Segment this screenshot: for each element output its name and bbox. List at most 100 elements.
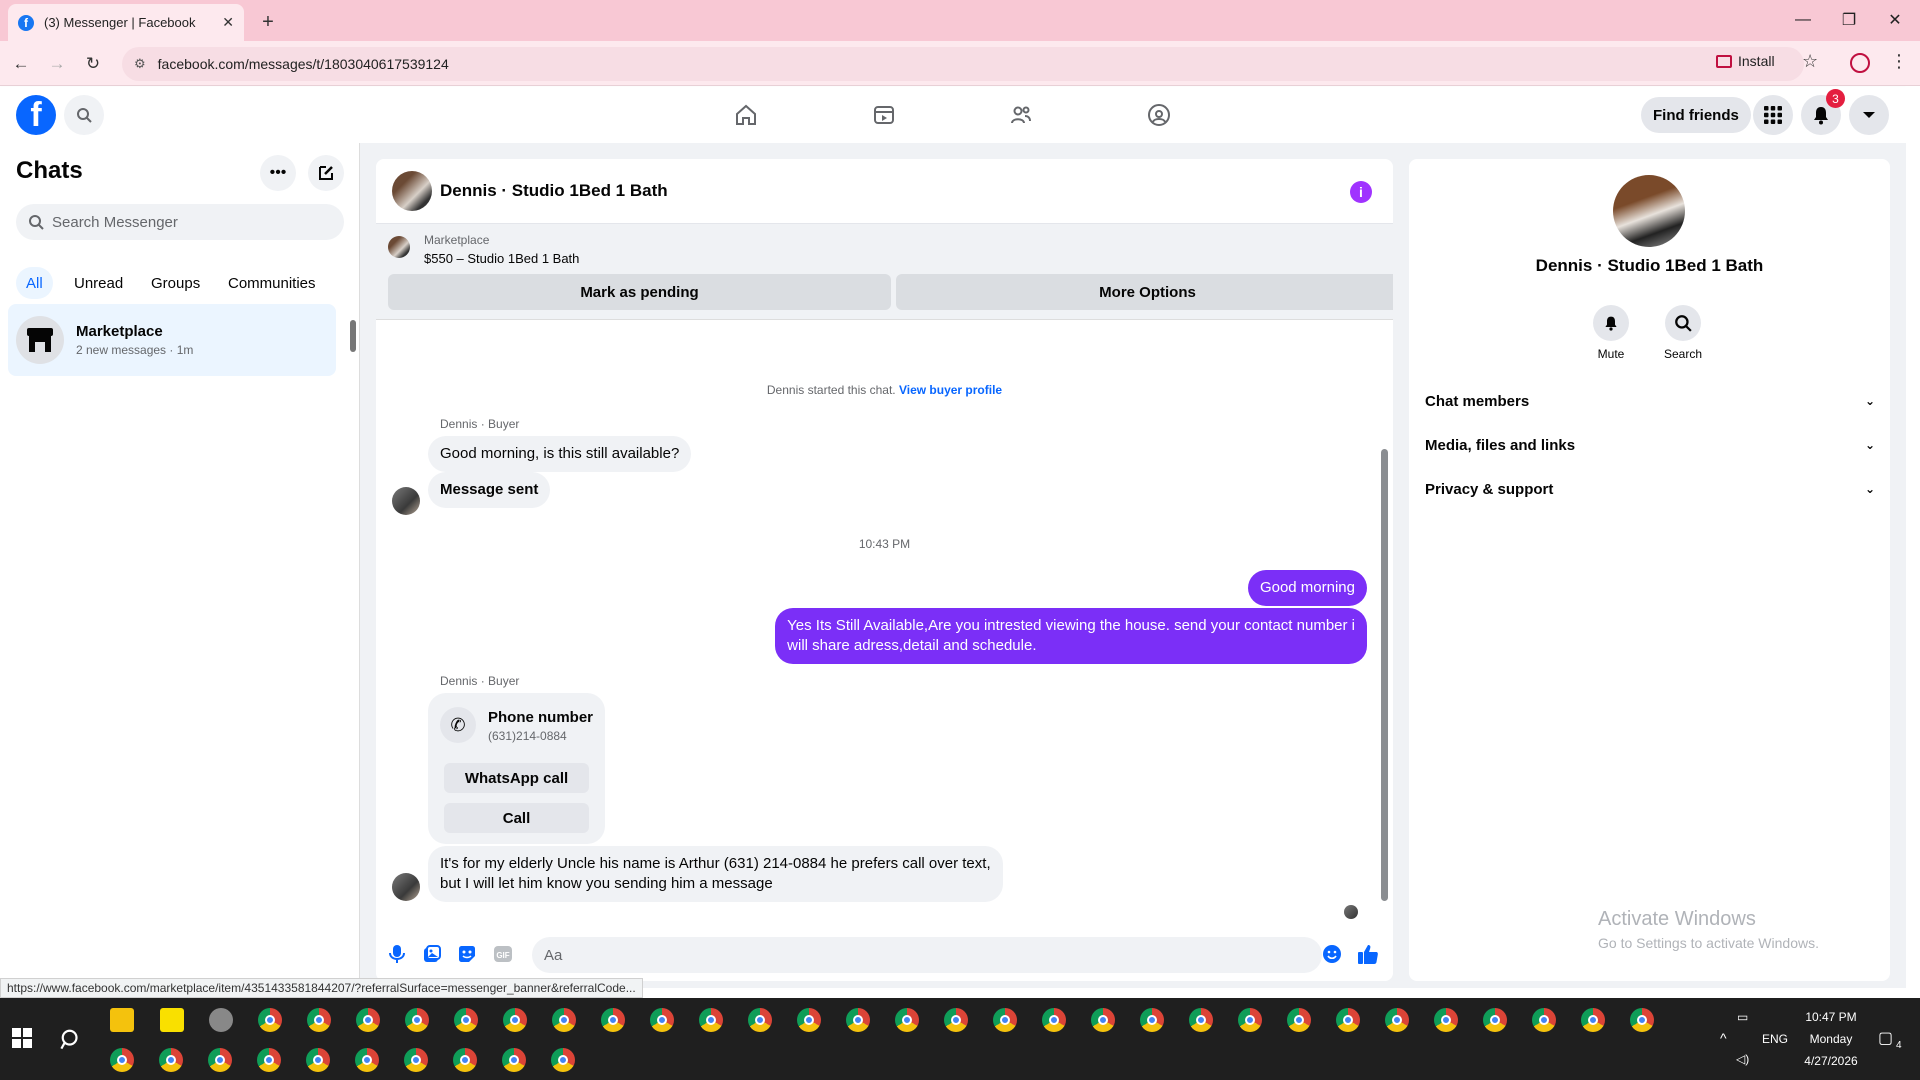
mark-as-pending-button[interactable]: Mark as pending <box>388 274 891 310</box>
chrome-window-icon[interactable] <box>1238 1008 1262 1032</box>
chrome-window-icon[interactable] <box>1042 1008 1066 1032</box>
chrome-window-icon[interactable] <box>257 1048 281 1072</box>
attach-photo-button[interactable] <box>421 943 443 965</box>
clock-date[interactable]: 4/27/2026 <box>1796 1054 1866 1068</box>
chrome-window-icon[interactable] <box>1630 1008 1654 1032</box>
filter-all[interactable]: All <box>16 267 53 299</box>
marketplace-banner[interactable]: Marketplace $550 – Studio 1Bed 1 Bath Ma… <box>376 224 1393 320</box>
media-files-links-section[interactable]: Media, files and links ⌄ <box>1425 425 1875 465</box>
chrome-window-icon[interactable] <box>1189 1008 1213 1032</box>
chrome-window-icon[interactable] <box>1287 1008 1311 1032</box>
minimize-button[interactable]: — <box>1780 8 1826 32</box>
conversation-title[interactable]: Dennis · Studio 1Bed 1 Bath <box>440 181 668 201</box>
close-window-button[interactable]: ✕ <box>1872 8 1918 32</box>
chrome-window-icon[interactable] <box>1532 1008 1556 1032</box>
menu-grid-button[interactable] <box>1753 95 1793 135</box>
close-tab-icon[interactable]: ✕ <box>222 14 234 31</box>
call-button[interactable]: Call <box>444 803 589 833</box>
sticker-button[interactable] <box>456 943 478 965</box>
chrome-window-icon[interactable] <box>1091 1008 1115 1032</box>
site-info-icon[interactable]: ⚙ <box>134 56 146 72</box>
chrome-window-icon[interactable] <box>601 1008 625 1032</box>
chrome-window-icon[interactable] <box>993 1008 1017 1032</box>
url-field[interactable]: ⚙ facebook.com/messages/t/18030406175391… <box>122 47 1804 81</box>
chrome-window-icon[interactable] <box>797 1008 821 1032</box>
clock-day[interactable]: Monday <box>1796 1032 1866 1046</box>
find-friends-button[interactable]: Find friends <box>1641 97 1751 133</box>
chrome-window-icon[interactable] <box>552 1008 576 1032</box>
facebook-logo-icon[interactable]: f <box>16 95 56 135</box>
page-scrollbar[interactable] <box>1906 87 1920 998</box>
chrome-window-icon[interactable] <box>1483 1008 1507 1032</box>
chrome-window-icon[interactable] <box>355 1048 379 1072</box>
outgoing-message[interactable]: Yes Its Still Available,Are you intreste… <box>775 608 1367 664</box>
chrome-window-icon[interactable] <box>551 1048 575 1072</box>
gaming-nav-button[interactable] <box>1139 95 1179 135</box>
new-message-button[interactable] <box>308 155 344 191</box>
privacy-support-section[interactable]: Privacy & support ⌄ <box>1425 469 1875 509</box>
restore-button[interactable]: ❐ <box>1826 8 1872 32</box>
back-button[interactable]: ← <box>8 51 34 77</box>
search-conversation-button[interactable]: Search <box>1653 305 1713 361</box>
chat-list-item[interactable]: Marketplace 2 new messages · 1m <box>8 304 336 376</box>
chat-options-button[interactable]: ••• <box>260 155 296 191</box>
chrome-window-icon[interactable] <box>1140 1008 1164 1032</box>
whatsapp-call-button[interactable]: WhatsApp call <box>444 763 589 793</box>
bookmark-star-icon[interactable]: ☆ <box>1802 51 1818 72</box>
more-options-button[interactable]: More Options <box>896 274 1393 310</box>
chrome-window-icon[interactable] <box>159 1048 183 1072</box>
chrome-window-icon[interactable] <box>503 1008 527 1032</box>
incoming-message[interactable]: Good morning, is this still available? <box>428 436 692 472</box>
scrollbar-thumb[interactable] <box>350 320 356 352</box>
chrome-window-icon[interactable] <box>895 1008 919 1032</box>
chrome-window-icon[interactable] <box>454 1008 478 1032</box>
message-input[interactable]: Aa <box>532 937 1322 973</box>
scrollbar-thumb[interactable] <box>1381 449 1388 901</box>
chrome-window-icon[interactable] <box>1385 1008 1409 1032</box>
voice-clip-button[interactable] <box>386 943 408 965</box>
view-buyer-profile-link[interactable]: View buyer profile <box>899 383 1002 397</box>
volume-icon[interactable]: ◁) <box>1736 1052 1749 1066</box>
sticky-notes-icon[interactable] <box>160 1008 184 1032</box>
incoming-message[interactable]: It's for my elderly Uncle his name is Ar… <box>428 846 1003 902</box>
chrome-window-icon[interactable] <box>502 1048 526 1072</box>
filter-communities[interactable]: Communities <box>218 267 326 299</box>
chrome-window-icon[interactable] <box>748 1008 772 1032</box>
chrome-window-icon[interactable] <box>258 1008 282 1032</box>
chrome-window-icon[interactable] <box>404 1048 428 1072</box>
emoji-button[interactable] <box>1321 943 1343 965</box>
chrome-window-icon[interactable] <box>1581 1008 1605 1032</box>
incoming-message[interactable]: Message sent <box>428 472 551 508</box>
search-messenger-input[interactable]: Search Messenger <box>16 204 344 240</box>
install-app-button[interactable]: Install <box>1716 53 1775 69</box>
app-icon[interactable] <box>209 1008 233 1032</box>
filter-unread[interactable]: Unread <box>64 267 133 299</box>
conversation-scrollbar[interactable] <box>1378 327 1390 921</box>
new-tab-button[interactable]: + <box>254 8 282 36</box>
chrome-window-icon[interactable] <box>944 1008 968 1032</box>
outgoing-message[interactable]: Good morning <box>1247 570 1367 606</box>
profile-avatar[interactable] <box>1613 175 1685 247</box>
filter-groups[interactable]: Groups <box>141 267 210 299</box>
mute-button[interactable]: Mute <box>1581 305 1641 361</box>
profile-icon[interactable] <box>1850 53 1870 73</box>
chrome-window-icon[interactable] <box>846 1008 870 1032</box>
sidebar-scrollbar[interactable] <box>349 306 357 366</box>
sender-avatar[interactable] <box>392 873 420 901</box>
chrome-window-icon[interactable] <box>699 1008 723 1032</box>
reload-button[interactable]: ↻ <box>80 51 106 77</box>
chrome-window-icon[interactable] <box>1434 1008 1458 1032</box>
friends-nav-button[interactable] <box>1001 95 1041 135</box>
language-indicator[interactable]: ENG <box>1762 1032 1788 1046</box>
browser-menu-icon[interactable]: ⋮ <box>1890 51 1908 72</box>
chrome-window-icon[interactable] <box>650 1008 674 1032</box>
browser-tab[interactable]: f (3) Messenger | Facebook ✕ <box>8 4 244 41</box>
network-icon[interactable]: ▭ <box>1737 1010 1748 1024</box>
chrome-window-icon[interactable] <box>307 1008 331 1032</box>
chrome-window-icon[interactable] <box>1336 1008 1360 1032</box>
chrome-window-icon[interactable] <box>356 1008 380 1032</box>
chrome-window-icon[interactable] <box>208 1048 232 1072</box>
account-menu-button[interactable] <box>1849 95 1889 135</box>
taskbar-search-icon[interactable] <box>60 1028 82 1055</box>
chrome-window-icon[interactable] <box>306 1048 330 1072</box>
